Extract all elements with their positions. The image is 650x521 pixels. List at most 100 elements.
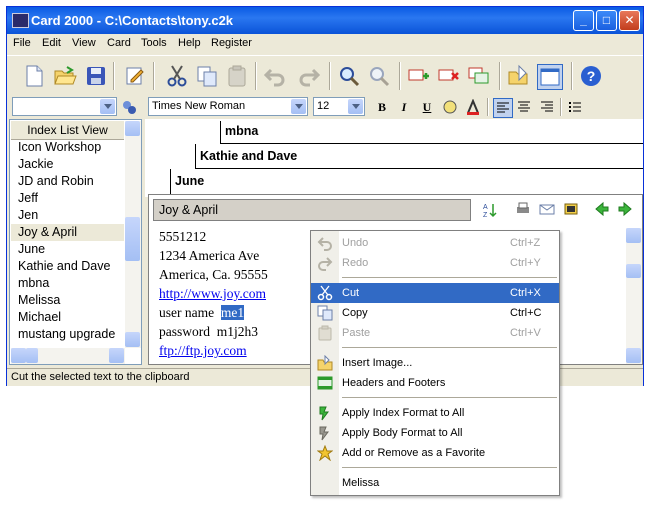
index-list[interactable]: Index List View Icon Workshop Jackie JD … [9,119,142,365]
underline-button[interactable]: U [418,98,436,116]
copy-card-icon[interactable] [467,64,491,88]
app-icon[interactable] [12,13,29,28]
list-item[interactable]: Kathie and Dave [18,259,110,273]
selected-text[interactable]: me1 [220,305,245,320]
chevron-down-icon[interactable] [291,99,306,114]
font-color-icon[interactable] [465,99,481,115]
paste-icon[interactable] [225,64,249,88]
edit-card-icon[interactable] [123,64,147,88]
menu-item-undo[interactable]: Undo Ctrl+Z [311,233,559,253]
card-title[interactable]: Joy & April [153,199,471,221]
print-icon[interactable] [515,201,531,217]
card-tab-mbna[interactable]: mbna [225,124,258,138]
open-folder-icon[interactable] [53,64,77,88]
card-line-password: password m1j2h3 [159,324,258,339]
address-book-icon[interactable] [563,201,579,217]
menu-item-apply-body-format[interactable]: Apply Body Format to All [311,423,559,443]
menu-card[interactable]: Card [107,37,131,49]
card-tab-june[interactable]: June [175,174,204,188]
scroll-up-icon[interactable] [626,228,641,243]
scroll-down-icon[interactable] [626,348,641,363]
undo-icon[interactable] [263,64,287,88]
scroll-up-icon[interactable] [125,121,140,136]
maximize-button[interactable]: □ [596,10,617,31]
card-vscrollbar[interactable] [626,228,642,364]
view-window-icon[interactable] [537,64,563,90]
list-item[interactable]: mustang upgrade [18,327,115,341]
menu-item-favorite[interactable]: Add or Remove as a Favorite [311,443,559,463]
new-file-icon[interactable] [22,64,46,88]
menu-item-cut[interactable]: Cut Ctrl+X [311,283,559,303]
list-item[interactable]: Michael [18,310,61,324]
menu-item-headers-footers[interactable]: Headers and Footers [311,373,559,393]
list-item[interactable]: Icon Workshop [18,140,101,154]
menu-item-apply-index-format[interactable]: Apply Index Format to All [311,403,559,423]
menu-file[interactable]: File [13,37,31,49]
format-brush-icon [319,426,329,441]
list-item-selected[interactable]: Joy & April [18,225,77,239]
font-size-select[interactable]: 12 [313,97,365,116]
menu-view[interactable]: View [72,37,96,49]
menu-help[interactable]: Help [178,37,201,49]
redo-icon[interactable] [297,64,321,88]
index-list-vscrollbar[interactable] [125,121,141,348]
cut-icon[interactable] [165,64,189,88]
chevron-down-icon[interactable] [100,99,115,114]
menu-edit[interactable]: Edit [42,37,61,49]
help-icon[interactable]: ? [579,64,603,88]
menu-item-redo[interactable]: Redo Ctrl+Y [311,253,559,273]
menu-register[interactable]: Register [211,37,252,49]
list-item[interactable]: Jackie [18,157,53,171]
previous-card-icon[interactable] [594,201,610,217]
menu-item-copy[interactable]: Copy Ctrl+C [311,303,559,323]
highlight-icon[interactable] [442,99,458,115]
card-link-website[interactable]: http://www.joy.com [159,286,266,302]
copy-icon[interactable] [195,64,219,88]
list-item[interactable]: Melissa [18,293,60,307]
chevron-down-icon[interactable] [348,99,363,114]
scroll-thumb[interactable] [125,217,140,261]
open-file-icon[interactable] [507,64,531,88]
index-list-header[interactable]: Index List View [11,121,124,140]
scroll-thumb[interactable] [626,264,641,278]
hscroll-thumb[interactable] [26,348,38,363]
bold-button[interactable]: B [373,98,391,116]
title-bar[interactable]: Card 2000 - C:\Contacts\tony.c2k _ □ ✕ [7,7,643,34]
menu-item-recent-card[interactable]: Melissa [311,473,559,493]
list-item[interactable]: Jen [18,208,38,222]
filter-icon[interactable] [121,99,137,115]
svg-text:?: ? [587,68,596,84]
menu-item-paste[interactable]: Paste Ctrl+V [311,323,559,343]
find-next-icon[interactable] [367,64,391,88]
close-button[interactable]: ✕ [619,10,640,31]
list-item[interactable]: JD and Robin [18,174,94,188]
add-card-icon[interactable] [407,64,431,88]
menu-item-insert-image[interactable]: Insert Image... [311,353,559,373]
index-list-hscrollbar[interactable] [11,348,125,364]
list-item[interactable]: June [18,242,45,256]
next-card-icon[interactable] [617,201,633,217]
find-icon[interactable] [337,64,361,88]
save-icon[interactable] [84,64,108,88]
minimize-button[interactable]: _ [573,10,594,31]
sort-icon[interactable]: AZ [482,202,498,218]
scroll-left-icon[interactable] [11,348,26,363]
category-select[interactable] [12,97,117,116]
font-name-select[interactable]: Times New Roman [148,97,308,116]
list-item[interactable]: Jeff [18,191,38,205]
redo-icon [318,257,333,271]
bullet-list-icon[interactable] [567,99,583,115]
card-link-ftp[interactable]: ftp://ftp.joy.com [159,343,247,359]
delete-card-icon[interactable] [437,64,461,88]
align-center-icon[interactable] [516,99,532,115]
list-item[interactable]: mbna [18,276,49,290]
menu-tools[interactable]: Tools [141,37,167,49]
email-icon[interactable] [539,201,555,217]
align-left-icon[interactable] [493,98,513,118]
italic-button[interactable]: I [395,98,413,116]
scroll-right-icon[interactable] [109,348,124,363]
scroll-down-icon[interactable] [125,332,140,347]
card-tab-kathie-and-dave[interactable]: Kathie and Dave [200,149,297,163]
menu-bar: File Edit View Card Tools Help Register [7,34,643,54]
align-right-icon[interactable] [539,99,555,115]
